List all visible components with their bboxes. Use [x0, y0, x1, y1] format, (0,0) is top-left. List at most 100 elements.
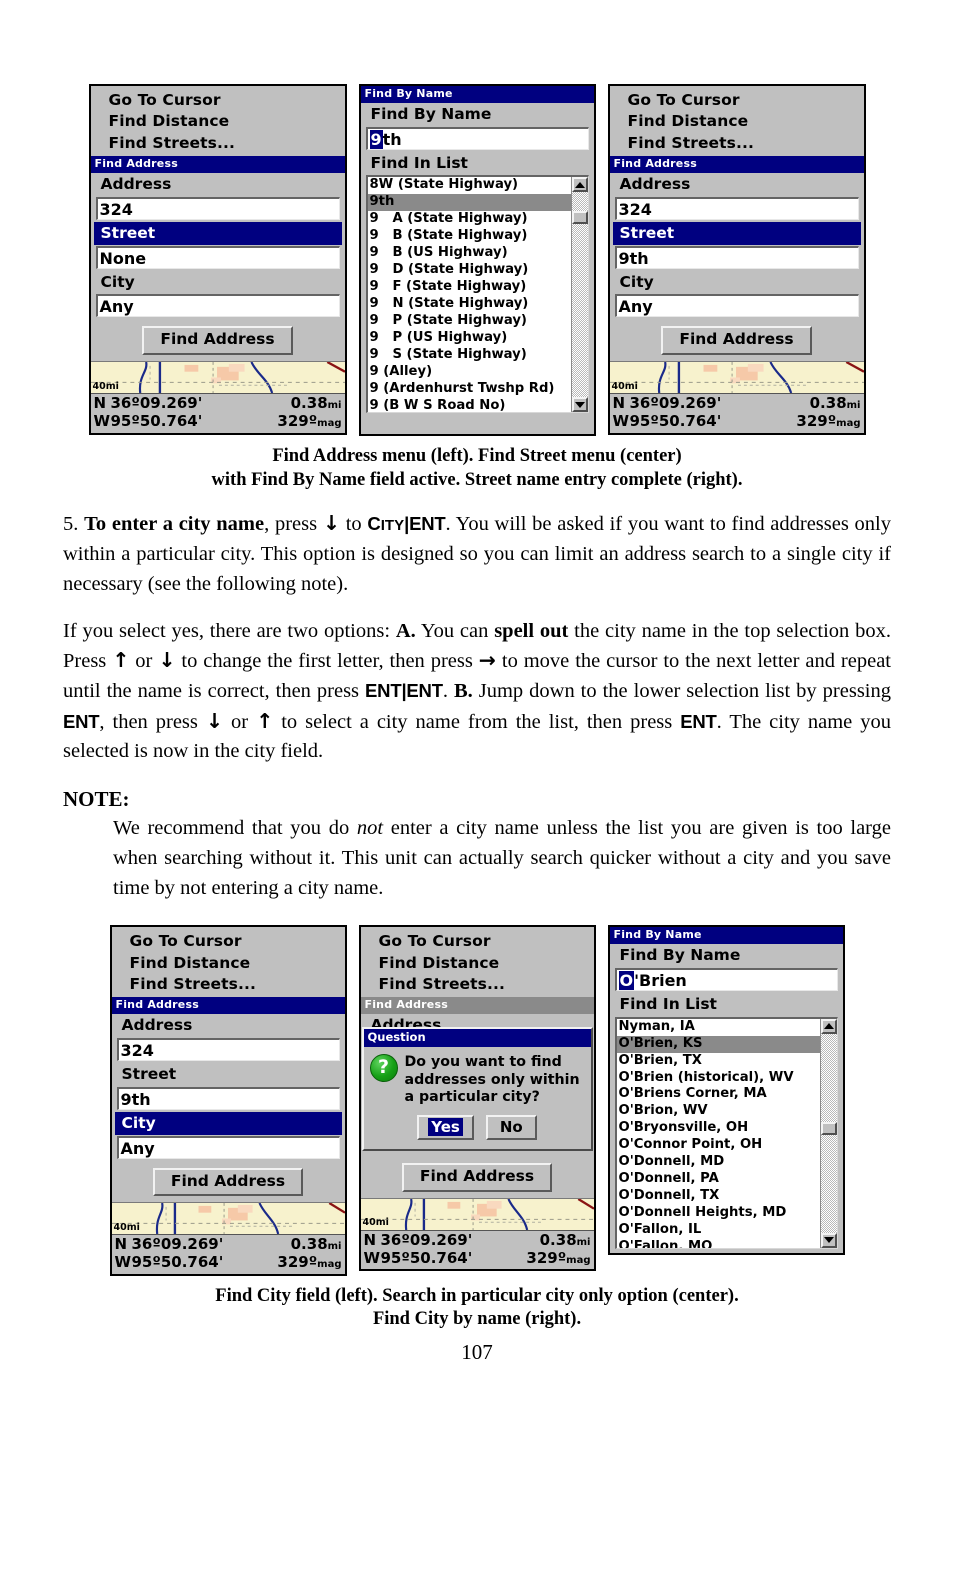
field-label-street[interactable]: Street [612, 221, 861, 245]
list-item[interactable]: O'Brien, KS [616, 1035, 837, 1053]
find-address-button[interactable]: Find Address [152, 1167, 304, 1197]
field-label-address: Address [100, 174, 172, 193]
scrollbar-thumb[interactable] [820, 1121, 837, 1135]
scroll-down-arrow-icon[interactable] [571, 397, 588, 413]
up-arrow-icon-2: ↑ [256, 708, 274, 733]
menu-item-go-to-cursor[interactable]: Go To Cursor [361, 931, 594, 952]
manual-page: Go To Cursor Find Distance Find Streets.… [0, 84, 954, 1571]
find-address-button[interactable]: Find Address [401, 1163, 553, 1192]
scrollbar[interactable] [570, 177, 588, 413]
field-rest-text: th [382, 129, 402, 149]
field-value-street[interactable]: 9th [116, 1086, 340, 1110]
menu-item-find-streets[interactable]: Find Streets... [610, 133, 864, 154]
cursor-menu-list: Go To Cursor Find Distance Find Streets.… [610, 86, 864, 156]
scroll-down-arrow-icon[interactable] [820, 1232, 837, 1248]
list-item[interactable]: O'Briens Corner, MA [617, 1086, 837, 1103]
field-value-address[interactable]: 324 [95, 196, 340, 220]
scroll-up-arrow-icon[interactable] [820, 1018, 837, 1034]
field-label-street[interactable]: Street [93, 221, 342, 245]
menu-item-find-distance[interactable]: Find Distance [112, 953, 345, 974]
right-arrow-icon: → [478, 648, 496, 673]
list-item[interactable]: Nyman, IA [617, 1019, 837, 1036]
menu-item-go-to-cursor[interactable]: Go To Cursor [610, 90, 864, 111]
caption-line-1: Find Address menu (left). Find Street me… [272, 446, 682, 466]
list-item[interactable]: O'Donnell, PA [617, 1171, 837, 1188]
list-item[interactable]: 9 B (State Highway) [368, 228, 588, 245]
list-item[interactable]: O'Fallon, IL [617, 1222, 837, 1239]
list-item[interactable]: O'Donnell, TX [617, 1188, 837, 1205]
map-strip: 40mi [609, 361, 864, 394]
field-input-find-by-name[interactable]: 9th [365, 126, 589, 150]
list-item[interactable]: O'Donnell Heights, MD [617, 1205, 837, 1222]
menu-item-find-distance[interactable]: Find Distance [610, 111, 864, 132]
list-item[interactable]: O'Connor Point, OH [617, 1137, 837, 1154]
field-value-street[interactable]: None [95, 245, 340, 269]
list-item[interactable]: 9 P (US Highway) [368, 330, 588, 347]
p2-text-7: . [442, 679, 454, 702]
list-item[interactable]: 9 N (State Highway) [368, 296, 588, 313]
find-address-button[interactable]: Find Address [142, 326, 293, 356]
field-label-city[interactable]: City [114, 1111, 342, 1135]
note-body: We recommend that you do not enter a cit… [113, 814, 891, 903]
menu-item-find-streets[interactable]: Find Streets... [112, 974, 345, 995]
text-cursor: 9 [369, 129, 383, 149]
list-item[interactable]: O'Donnell, MD [617, 1154, 837, 1171]
gps-screen-find-address-street-9th: Go To Cursor Find Distance Find Streets.… [607, 84, 866, 435]
city-list-items: Nyman, IA O'Brien, KS O'Brien, TX O'Brien (… [616, 1019, 837, 1248]
figure-top-caption: Find Address menu (left). Find Street me… [58, 445, 896, 492]
list-item[interactable]: O'Fallon, MO [617, 1239, 837, 1248]
data-bar: N 36º09.269' 0.38mi W 95º50.764' 329ºmag [609, 393, 864, 433]
p2-text-2: You can [415, 619, 495, 642]
field-value-city[interactable]: Any [614, 294, 859, 318]
list-item[interactable]: 9th [367, 194, 588, 212]
menu-item-find-streets[interactable]: Find Streets... [361, 974, 594, 995]
list-item[interactable]: 9 (Ardenhurst Twshp Rd) [368, 381, 588, 398]
down-arrow-icon-2: ↓ [205, 708, 224, 733]
cursor-menu-list: Go To Cursor Find Distance Find Streets.… [361, 927, 594, 997]
find-address-button-wrap: Find Address [361, 1156, 594, 1198]
gps-screen-question-dialog: Go To Cursor Find Distance Find Streets.… [358, 925, 596, 1272]
menu-item-find-streets[interactable]: Find Streets... [91, 133, 345, 154]
find-address-button[interactable]: Find Address [661, 326, 812, 356]
yes-button[interactable]: Yes [417, 1115, 474, 1141]
menu-item-go-to-cursor[interactable]: Go To Cursor [91, 90, 345, 111]
list-item[interactable]: O'Brion, WV [617, 1103, 837, 1120]
field-value-city[interactable]: Any [95, 294, 340, 318]
field-value-address[interactable]: 324 [116, 1037, 340, 1061]
list-item[interactable]: O'Bryonsville, OH [617, 1120, 837, 1137]
list-item[interactable]: 9 D (State Highway) [368, 262, 588, 279]
list-item[interactable]: O'Brien (historical), WV [617, 1070, 837, 1087]
dialog-button-row: Yes No [364, 1109, 591, 1149]
list-item[interactable]: 9 S (State Highway) [368, 347, 588, 364]
menu-item-find-distance[interactable]: Find Distance [91, 111, 345, 132]
list-item[interactable]: 9 P (State Highway) [368, 313, 588, 330]
data-bar: N 36º09.269' 0.38mi W 95º50.764' 329ºmag [90, 393, 345, 433]
paragraph-two-options: If you select yes, there are two options… [63, 617, 891, 768]
data-bar: N 36º09.269' 0.38mi W 95º50.764' 329ºmag [360, 1229, 594, 1270]
scrollbar[interactable] [819, 1018, 837, 1248]
list-item[interactable]: 9 F (State Highway) [368, 279, 588, 296]
menu-item-find-distance[interactable]: Find Distance [361, 953, 594, 974]
lat-hemisphere: N [114, 1235, 128, 1254]
field-value-address[interactable]: 324 [614, 196, 859, 220]
street-results-list[interactable]: 8W (State Highway) 9th 9 A (State Highway)… [365, 175, 589, 414]
field-label-city: City [100, 272, 135, 291]
scrollbar-thumb[interactable] [571, 211, 588, 225]
list-item[interactable]: 9 (Alley) [368, 364, 588, 381]
key-city: CITY [367, 513, 405, 535]
field-value-city[interactable]: Any [116, 1135, 340, 1159]
list-item[interactable]: O'Brien, TX [617, 1053, 837, 1070]
scroll-up-arrow-icon[interactable] [571, 177, 588, 193]
titlebar-find-by-name: Find By Name [609, 927, 843, 944]
list-item[interactable]: 9 (B W S Road No) [368, 398, 588, 413]
latitude-value: 36º09.269' [629, 394, 722, 413]
list-item[interactable]: 9 A (State Highway) [368, 211, 588, 228]
no-button[interactable]: No [485, 1115, 537, 1141]
field-input-find-by-name[interactable]: O'Brien [614, 967, 838, 991]
lon-hemisphere: W [363, 1248, 381, 1267]
list-item[interactable]: 9 B (US Highway) [368, 245, 588, 262]
city-results-list[interactable]: Nyman, IA O'Brien, KS O'Brien, TX O'Brien (… [614, 1016, 838, 1249]
list-item[interactable]: 8W (State Highway) [368, 177, 588, 194]
field-value-street[interactable]: 9th [614, 245, 859, 269]
menu-item-go-to-cursor[interactable]: Go To Cursor [112, 931, 345, 952]
